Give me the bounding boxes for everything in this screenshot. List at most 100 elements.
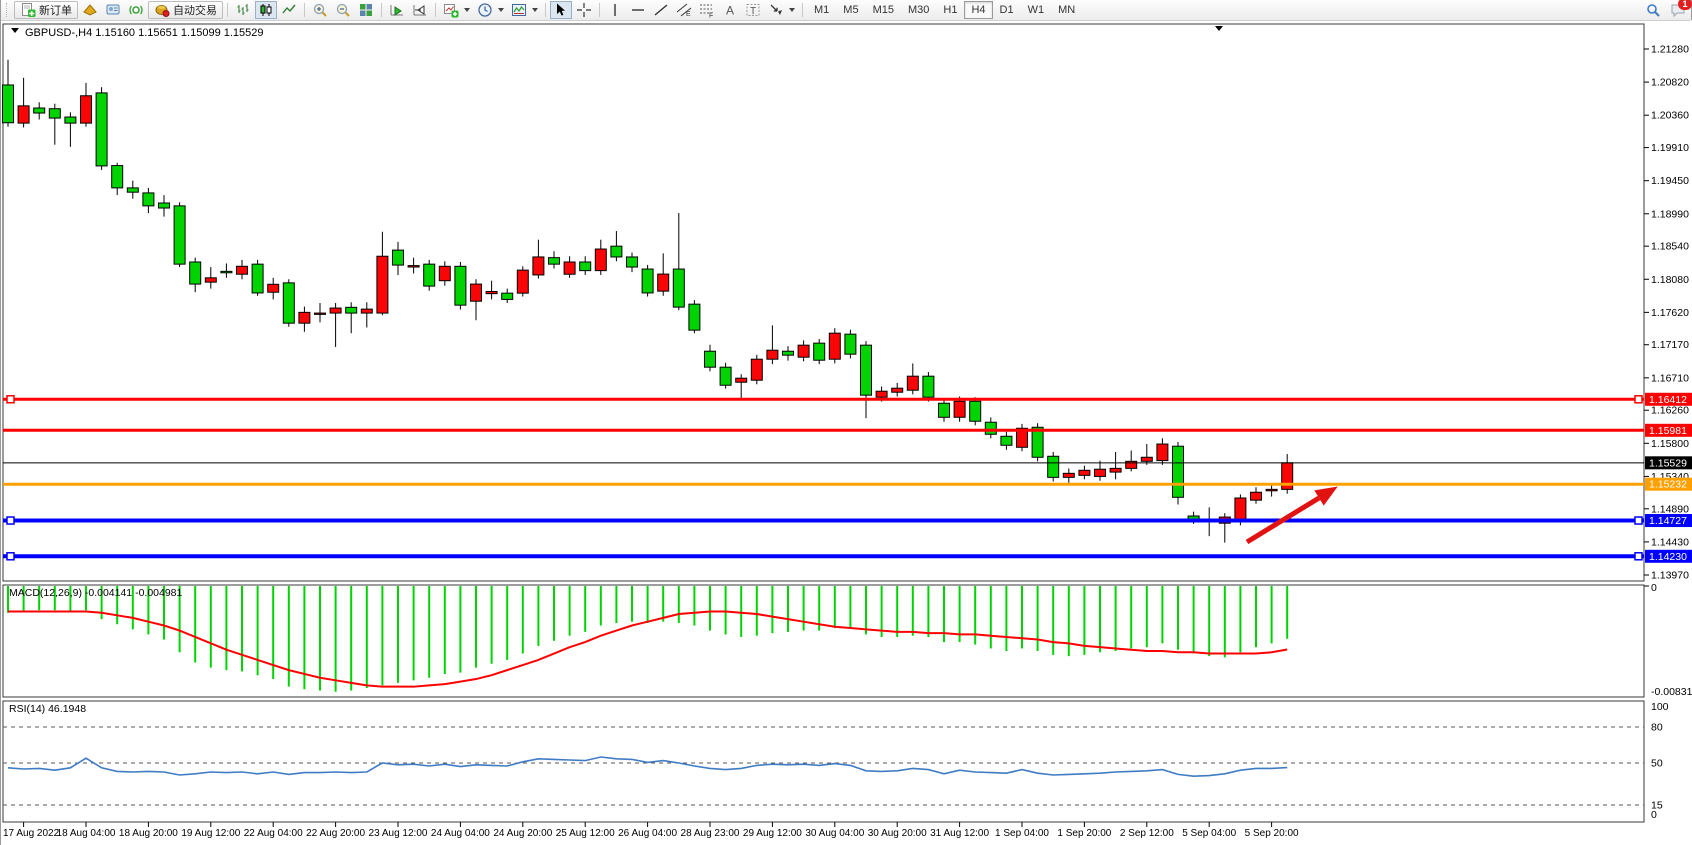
svg-text:GBPUSD-,H4 1.15160 1.15651 1.: GBPUSD-,H4 1.15160 1.15651 1.15099 1.155… — [25, 27, 264, 39]
navigator-button[interactable] — [125, 1, 147, 19]
svg-text:1.16260: 1.16260 — [1651, 405, 1689, 417]
market-watch-button[interactable] — [79, 1, 101, 19]
toolbar-separator — [599, 3, 600, 17]
timeframe-button-w1[interactable]: W1 — [1021, 1, 1052, 19]
svg-text:5 Sep 20:00: 5 Sep 20:00 — [1245, 828, 1299, 839]
timeframe-button-m5[interactable]: M5 — [836, 1, 865, 19]
chevron-down-icon — [498, 8, 504, 12]
auto-scroll-icon — [389, 2, 405, 18]
timeframe-button-m1[interactable]: M1 — [807, 1, 836, 19]
svg-text:1.14890: 1.14890 — [1651, 503, 1689, 515]
mt4-window: 新订单 自动交易 — [0, 0, 1692, 845]
text-tool[interactable]: A — [719, 1, 741, 19]
bar-chart-button[interactable] — [232, 1, 254, 19]
periods-dropdown[interactable] — [474, 1, 507, 19]
chart-canvas[interactable]: 1.212801.208201.203601.199101.194501.189… — [1, 0, 1692, 845]
timeframe-button-h1[interactable]: H1 — [936, 1, 964, 19]
shapes-dropdown[interactable] — [765, 1, 798, 19]
bar-chart-icon — [235, 2, 251, 18]
svg-text:1 Sep 04:00: 1 Sep 04:00 — [995, 828, 1049, 839]
svg-text:-0.008317: -0.008317 — [1651, 686, 1692, 698]
search-button[interactable] — [1642, 1, 1664, 19]
svg-text:1.15529: 1.15529 — [1649, 457, 1687, 469]
price-badge: 1.15232 — [1645, 478, 1692, 491]
zoom-in-button[interactable] — [309, 1, 331, 19]
indicators-icon — [511, 2, 527, 18]
svg-text:1 Sep 20:00: 1 Sep 20:00 — [1057, 828, 1111, 839]
svg-text:1.17170: 1.17170 — [1651, 339, 1689, 351]
fibonacci-icon: F — [699, 2, 715, 18]
autotrade-button[interactable]: 自动交易 — [148, 1, 223, 19]
data-window-button[interactable] — [102, 1, 124, 19]
horizontal-line-tool[interactable] — [627, 1, 649, 19]
svg-text:100: 100 — [1651, 701, 1669, 713]
chevron-down-icon — [532, 8, 538, 12]
horizontal-line-icon — [630, 2, 646, 18]
line-chart-button[interactable] — [278, 1, 300, 19]
svg-text:80: 80 — [1651, 722, 1663, 734]
price-badge: 1.15981 — [1645, 424, 1692, 437]
auto-scroll-button[interactable] — [386, 1, 408, 19]
cursor-tool-button[interactable] — [550, 1, 572, 19]
svg-text:F: F — [709, 13, 713, 19]
zoom-out-icon — [335, 2, 351, 18]
timeframe-button-d1[interactable]: D1 — [993, 1, 1021, 19]
svg-text:1.18080: 1.18080 — [1651, 274, 1689, 286]
svg-text:18 Aug 20:00: 18 Aug 20:00 — [119, 828, 178, 839]
price-badge: 1.14230 — [1645, 550, 1692, 563]
chart-shift-button[interactable] — [409, 1, 431, 19]
timeframe-button-h4[interactable]: H4 — [964, 1, 992, 19]
tile-windows-button[interactable] — [355, 1, 377, 19]
svg-text:MACD(12,26,9) -0.004141 -0.004: MACD(12,26,9) -0.004141 -0.004981 — [9, 587, 183, 599]
zoom-in-icon — [312, 2, 328, 18]
svg-text:1.16710: 1.16710 — [1651, 372, 1689, 384]
svg-text:22 Aug 04:00: 22 Aug 04:00 — [244, 828, 303, 839]
price-badge: 1.16412 — [1645, 393, 1692, 406]
svg-text:1.15800: 1.15800 — [1651, 438, 1689, 450]
svg-text:1.14230: 1.14230 — [1649, 551, 1687, 563]
candlestick-chart-icon — [258, 2, 274, 18]
notifications-button[interactable]: 1 — [1670, 2, 1686, 18]
search-icon — [1645, 2, 1661, 18]
toolbar-separator — [802, 3, 803, 17]
toolbar-separator — [545, 3, 546, 17]
svg-text:19 Aug 12:00: 19 Aug 12:00 — [181, 828, 240, 839]
svg-text:RSI(14) 46.1948: RSI(14) 46.1948 — [9, 703, 86, 715]
svg-text:A: A — [726, 4, 734, 18]
svg-text:5 Sep 04:00: 5 Sep 04:00 — [1182, 828, 1236, 839]
svg-text:T: T — [750, 6, 756, 17]
clock-icon — [477, 2, 493, 18]
trendline-icon — [653, 2, 669, 18]
toolbar-right-group: 1 — [1642, 1, 1688, 19]
svg-text:30 Aug 04:00: 30 Aug 04:00 — [805, 828, 864, 839]
autotrade-label: 自动交易 — [173, 2, 217, 18]
svg-text:25 Aug 12:00: 25 Aug 12:00 — [556, 828, 615, 839]
svg-text:0: 0 — [1651, 809, 1657, 821]
svg-text:1.20820: 1.20820 — [1651, 77, 1689, 89]
trendline-tool[interactable] — [650, 1, 672, 19]
new-order-button[interactable]: 新订单 — [14, 1, 78, 19]
vertical-line-icon — [607, 2, 623, 18]
chevron-down-icon — [464, 8, 470, 12]
indicators-dropdown[interactable] — [508, 1, 541, 19]
svg-text:1.18540: 1.18540 — [1651, 241, 1689, 253]
crosshair-tool-button[interactable] — [573, 1, 595, 19]
fibonacci-tool[interactable]: F — [696, 1, 718, 19]
channel-tool[interactable]: E — [673, 1, 695, 19]
cursor-icon — [553, 2, 569, 18]
line-chart-icon — [281, 2, 297, 18]
vertical-line-tool[interactable] — [604, 1, 626, 19]
svg-text:30 Aug 20:00: 30 Aug 20:00 — [868, 828, 927, 839]
price-badge: 1.14727 — [1645, 514, 1692, 527]
candlestick-chart-button[interactable] — [255, 1, 277, 19]
tile-windows-icon — [358, 2, 374, 18]
new-chart-dropdown[interactable] — [440, 1, 473, 19]
svg-text:50: 50 — [1651, 758, 1663, 770]
timeframe-button-m15[interactable]: M15 — [866, 1, 901, 19]
text-label-tool[interactable]: T — [742, 1, 764, 19]
svg-text:0: 0 — [1651, 582, 1657, 594]
timeframe-button-m30[interactable]: M30 — [901, 1, 936, 19]
zoom-out-button[interactable] — [332, 1, 354, 19]
main-toolbar: 新订单 自动交易 — [1, 0, 1691, 21]
timeframe-button-mn[interactable]: MN — [1051, 1, 1082, 19]
